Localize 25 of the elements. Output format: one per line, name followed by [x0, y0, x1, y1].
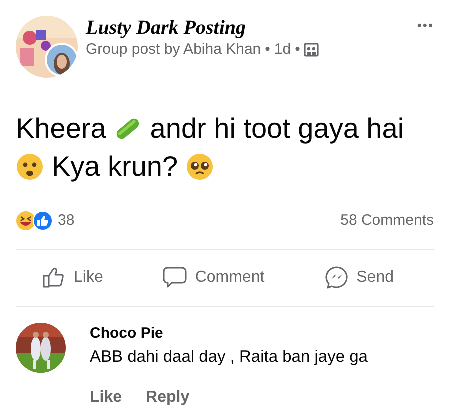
comment-action-button[interactable]: Reply [146, 386, 190, 410]
post-text: Kya krun? [52, 150, 178, 184]
reaction-icons[interactable] [16, 211, 54, 232]
group-name[interactable]: Lusty Dark Posting [86, 16, 418, 40]
comment-icon [163, 266, 188, 290]
separator-dot: • [295, 40, 300, 60]
comment-action-button[interactable]: Like [90, 386, 122, 410]
group-privacy-icon [304, 43, 320, 57]
comment-button[interactable]: Comment [163, 266, 265, 290]
post-text: Kheera [16, 112, 106, 146]
comment-text: ABB dahi daal day , Raita ban jaye ga [90, 347, 369, 368]
pleading-face-icon [186, 153, 214, 181]
timestamp[interactable]: 1d [274, 40, 292, 60]
messenger-icon [324, 266, 349, 290]
comments-count[interactable]: 58 Comments [340, 210, 434, 232]
like-button[interactable]: Like [42, 266, 104, 290]
more-options-button[interactable]: ••• [417, 16, 434, 36]
worried-face-icon [16, 153, 44, 181]
like-icon [42, 266, 66, 290]
byline[interactable]: Group post by Abiha Khan [86, 40, 262, 60]
send-button[interactable]: Send [324, 266, 394, 290]
post-text: andr hi toot gaya hai [150, 112, 404, 146]
comment-author[interactable]: Choco Pie [90, 322, 434, 345]
separator-dot: • [265, 40, 270, 60]
reaction-count[interactable]: 38 [58, 210, 75, 232]
